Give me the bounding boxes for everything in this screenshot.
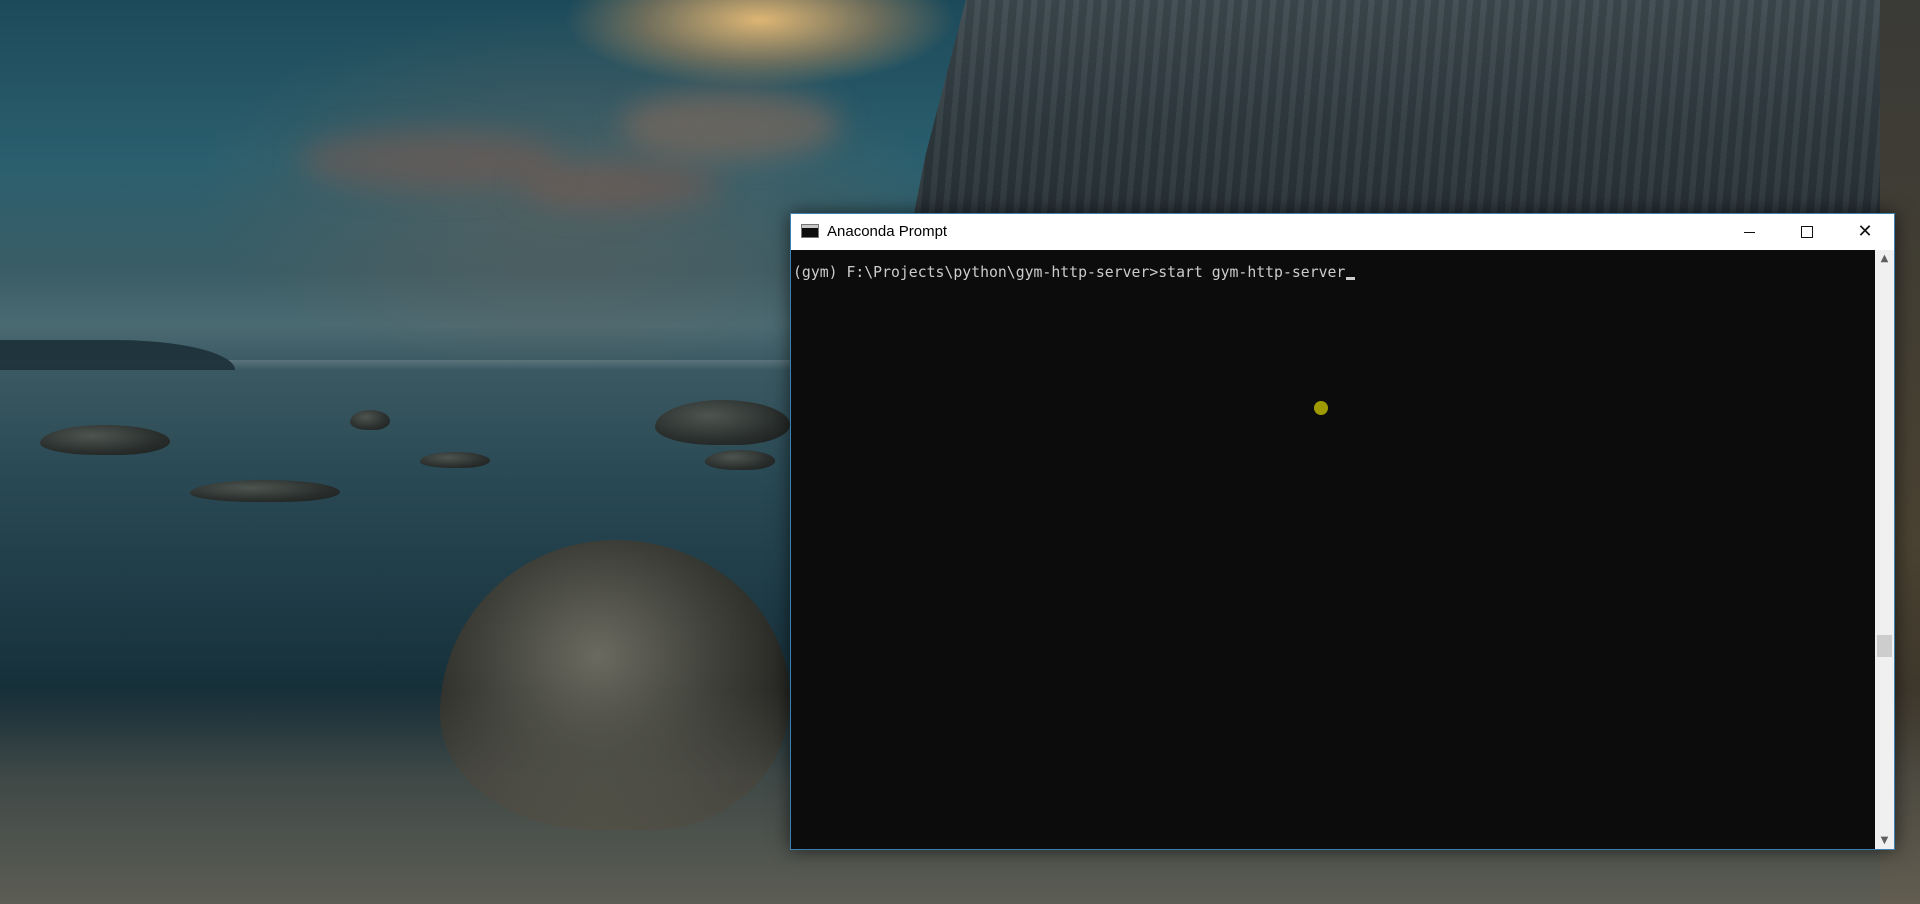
anaconda-prompt-window[interactable]: Anaconda Prompt ✕ (gym) F:\Projects\pyth… — [790, 213, 1895, 850]
wallpaper-rock — [190, 480, 340, 502]
console-output-area[interactable]: (gym) F:\Projects\python\gym-http-server… — [791, 250, 1875, 849]
wallpaper-cloud — [620, 90, 840, 160]
console-icon[interactable] — [801, 224, 819, 238]
prompt-line: (gym) F:\Projects\python\gym-http-server… — [793, 264, 1356, 282]
wallpaper-rock — [420, 452, 490, 468]
wallpaper-rock — [655, 400, 790, 445]
text-cursor — [1346, 277, 1356, 280]
scroll-down-arrow-icon[interactable]: ▼ — [1875, 832, 1894, 849]
scroll-thumb[interactable] — [1877, 635, 1892, 657]
close-icon: ✕ — [1857, 221, 1873, 242]
wallpaper-cloud — [520, 160, 720, 210]
wallpaper-rock — [705, 450, 775, 470]
minimize-icon — [1743, 231, 1755, 233]
wallpaper-rock — [40, 425, 170, 455]
maximize-button[interactable] — [1778, 214, 1836, 250]
vertical-scrollbar[interactable]: ▲ ▼ — [1875, 250, 1894, 849]
title-bar[interactable]: Anaconda Prompt ✕ — [791, 214, 1894, 250]
close-button[interactable]: ✕ — [1836, 214, 1894, 250]
maximize-icon — [1801, 226, 1813, 238]
minimize-button[interactable] — [1720, 214, 1778, 250]
wallpaper-headland — [0, 340, 235, 370]
wallpaper-rock — [350, 410, 390, 430]
window-title: Anaconda Prompt — [827, 223, 948, 240]
command-text: (gym) F:\Projects\python\gym-http-server… — [793, 264, 1346, 281]
scroll-up-arrow-icon[interactable]: ▲ — [1875, 250, 1894, 267]
mouse-cursor-highlight — [1314, 401, 1328, 415]
